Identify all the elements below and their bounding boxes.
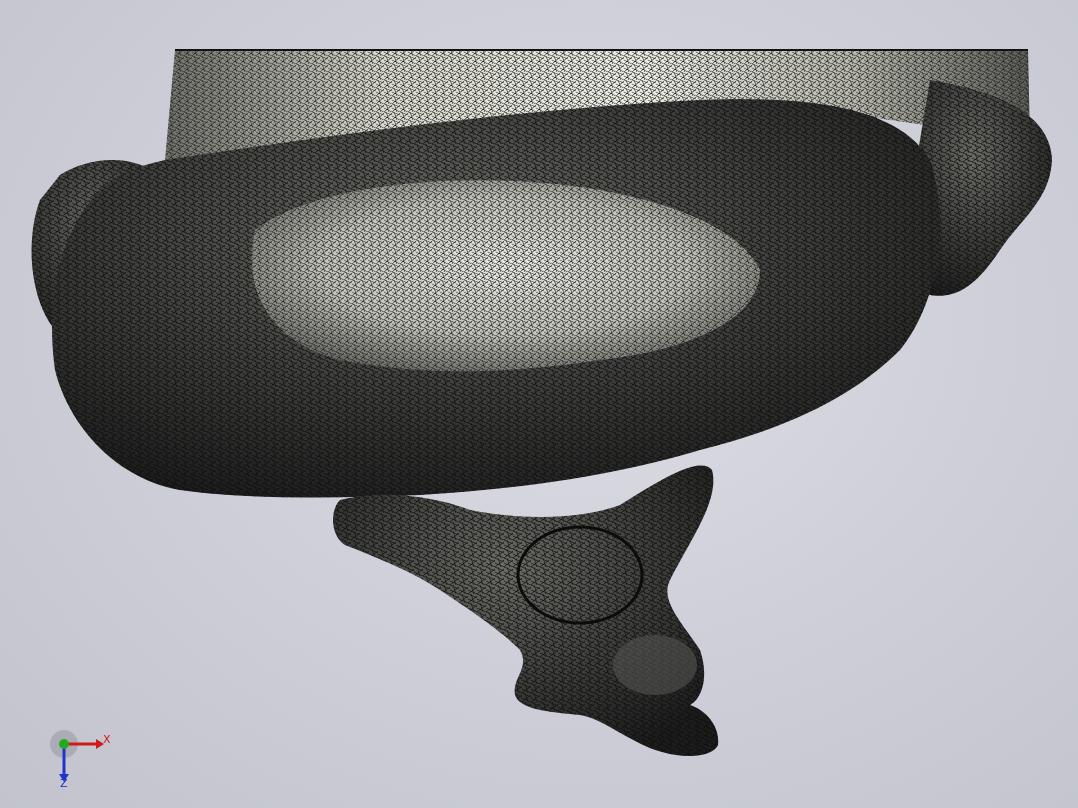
z-axis-label: Z (60, 777, 68, 790)
graphics-viewport[interactable]: X Z (0, 0, 1078, 808)
meshed-model[interactable] (0, 0, 1078, 808)
axis-triad: X Z (44, 726, 124, 796)
x-axis-label: X (103, 733, 111, 746)
model-tail (333, 465, 719, 756)
